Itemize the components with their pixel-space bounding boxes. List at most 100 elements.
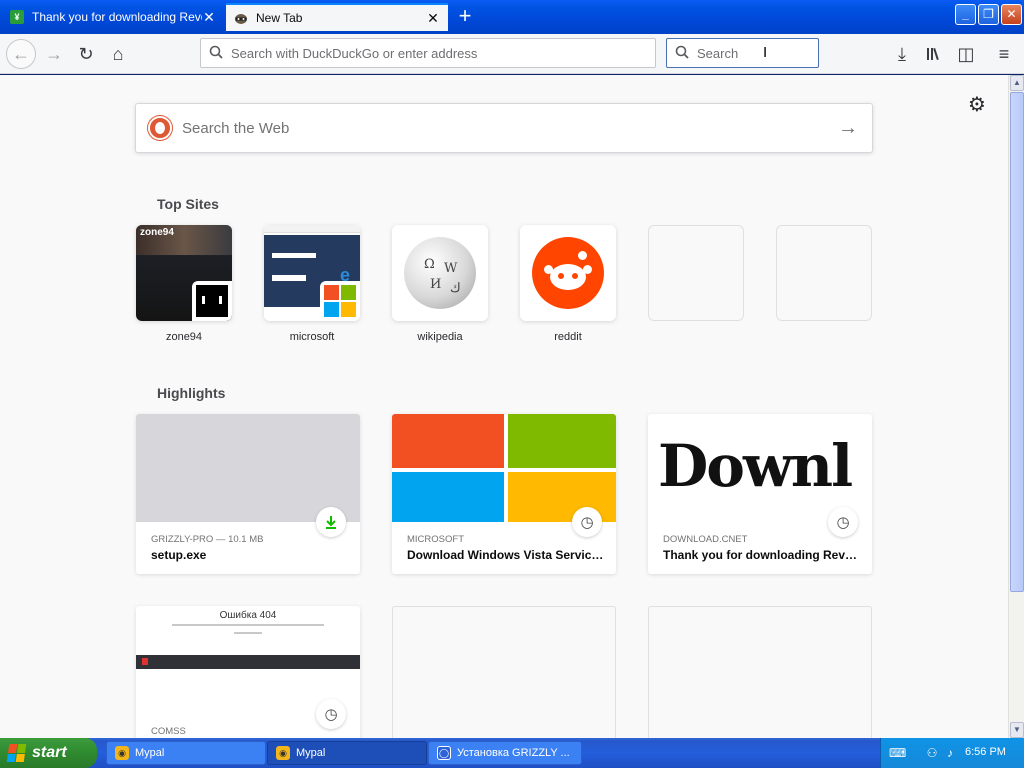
microsoft-logo-icon bbox=[392, 414, 616, 522]
clock: 6:56 PM bbox=[965, 746, 1006, 758]
card-thumbnail bbox=[392, 414, 616, 522]
clock-icon: ◷ bbox=[316, 699, 346, 729]
card-title: Download Windows Vista Service Pack bbox=[407, 548, 607, 562]
web-search-box[interactable]: Search the Web → bbox=[135, 103, 873, 153]
taskbar-item-label: Mypal bbox=[135, 747, 165, 759]
sidebar-button[interactable]: ◫ bbox=[952, 40, 980, 68]
card-source: COMSS bbox=[151, 726, 186, 737]
top-site-microsoft[interactable]: e microsoft bbox=[264, 225, 360, 343]
close-tab-icon[interactable]: ✕ bbox=[202, 10, 216, 24]
top-site-wikipedia[interactable]: Ω W И ك wikipedia bbox=[392, 225, 488, 343]
site-label: wikipedia bbox=[417, 331, 463, 343]
library-button[interactable] bbox=[920, 40, 948, 68]
start-button[interactable]: start bbox=[0, 738, 97, 768]
installer-icon: ◯ bbox=[437, 746, 451, 760]
thumbnail-text: Downl bbox=[658, 432, 853, 500]
highlight-card[interactable]: Ошибка 404 ◷ COMSS bbox=[136, 606, 360, 738]
new-tab-page: ⚙ Search the Web → Top Sites zone94 zone… bbox=[0, 75, 1008, 738]
site-label: zone94 bbox=[165, 331, 203, 343]
clock-icon: ◷ bbox=[572, 507, 602, 537]
highlight-card[interactable]: ◷ MICROSOFT Download Windows Vista Servi… bbox=[392, 414, 616, 574]
card-thumbnail: Downl bbox=[648, 414, 872, 522]
scrollbar-thumb[interactable] bbox=[1010, 92, 1024, 592]
screenshot-title: zone94 bbox=[140, 227, 174, 238]
card-source: MICROSOFT bbox=[407, 534, 464, 545]
start-label: start bbox=[32, 744, 67, 761]
back-button[interactable]: ← bbox=[6, 39, 36, 69]
site-tile[interactable] bbox=[520, 225, 616, 321]
taskbar-item-mypal-active[interactable]: ◉ Mypal bbox=[267, 741, 427, 765]
site-tile[interactable]: Ω W И ك bbox=[392, 225, 488, 321]
arrow-right-icon[interactable]: → bbox=[838, 117, 858, 140]
search-icon bbox=[209, 45, 223, 62]
minimize-button[interactable]: _ bbox=[955, 4, 976, 25]
site-label: microsoft bbox=[289, 331, 335, 343]
download-icon bbox=[316, 507, 346, 537]
address-bar[interactable]: Search with DuckDuckGo or enter address bbox=[200, 38, 656, 68]
tab-revo-download[interactable]: ¥ Thank you for downloading Revo Uninsta… bbox=[2, 3, 224, 31]
site-tile[interactable]: e bbox=[264, 225, 360, 321]
raccoon-icon bbox=[234, 11, 248, 25]
clock-icon: ◷ bbox=[828, 507, 858, 537]
empty-highlight-card bbox=[648, 606, 872, 738]
taskbar-item-grizzly-setup[interactable]: ◯ Установка GRIZZLY ... bbox=[428, 741, 582, 765]
volume-icon[interactable]: ♪ bbox=[943, 746, 957, 760]
top-site-empty[interactable] bbox=[648, 225, 744, 331]
wikipedia-globe-icon: Ω W И ك bbox=[404, 237, 476, 309]
empty-highlight-card bbox=[392, 606, 616, 738]
gear-icon[interactable]: ⚙ bbox=[966, 94, 988, 116]
taskbar-item-mypal[interactable]: ◉ Mypal bbox=[106, 741, 266, 765]
tab-title: New Tab bbox=[256, 11, 303, 25]
top-site-empty[interactable] bbox=[776, 225, 872, 331]
title-bar: ¥ Thank you for downloading Revo Uninsta… bbox=[0, 0, 1024, 34]
card-source: DOWNLOAD.CNET bbox=[663, 534, 748, 545]
duckduckgo-icon bbox=[148, 116, 172, 140]
site-label: reddit bbox=[554, 331, 582, 343]
downloads-button[interactable]: ⤓ bbox=[888, 40, 916, 68]
scroll-down-arrow-icon[interactable]: ▼ bbox=[1010, 722, 1024, 738]
taskbar-item-label: Установка GRIZZLY ... bbox=[457, 747, 570, 759]
system-tray: ⌨ ⚇ ♪ 6:56 PM bbox=[880, 738, 1024, 768]
thumbnail-heading: Ошибка 404 bbox=[219, 610, 277, 621]
taskbar: start ◉ Mypal ◉ Mypal ◯ Установка GRIZZL… bbox=[0, 738, 1024, 768]
microsoft-logo-icon bbox=[320, 281, 360, 321]
card-title: Thank you for downloading Revo Uninstall… bbox=[663, 548, 863, 562]
tab-title: Thank you for downloading Revo Uninstall… bbox=[32, 10, 202, 24]
nav-toolbar: ← → ↻ ⌂ Search with DuckDuckGo or enter … bbox=[0, 34, 1024, 74]
raccoon-icon: ◉ bbox=[276, 746, 290, 760]
zone94-icon bbox=[192, 281, 232, 321]
highlight-card[interactable]: Downl ◷ DOWNLOAD.CNET Thank you for down… bbox=[648, 414, 872, 574]
highlights-heading[interactable]: Highlights bbox=[157, 385, 225, 401]
reddit-icon bbox=[532, 237, 604, 309]
scroll-up-arrow-icon[interactable]: ▲ bbox=[1010, 75, 1024, 91]
site-tile[interactable]: zone94 bbox=[136, 225, 232, 321]
vertical-scrollbar[interactable]: ▲ ▼ bbox=[1008, 75, 1024, 738]
windows-logo-icon bbox=[6, 744, 28, 762]
search-bar[interactable]: Search I bbox=[666, 38, 819, 68]
highlight-card[interactable]: GRIZZLY-PRO — 10.1 MB setup.exe bbox=[136, 414, 360, 574]
web-search-placeholder: Search the Web bbox=[182, 119, 290, 137]
card-source: GRIZZLY-PRO — 10.1 MB bbox=[151, 534, 264, 545]
home-button[interactable]: ⌂ bbox=[104, 40, 132, 68]
card-thumbnail bbox=[136, 414, 360, 522]
reload-button[interactable]: ↻ bbox=[72, 40, 100, 68]
card-thumbnail: Ошибка 404 bbox=[136, 606, 360, 714]
top-sites-heading[interactable]: Top Sites bbox=[157, 196, 219, 212]
close-tab-icon[interactable]: ✕ bbox=[426, 11, 440, 25]
taskbar-item-label: Mypal bbox=[296, 747, 326, 759]
empty-site-tile[interactable] bbox=[648, 225, 744, 321]
new-tab-button[interactable]: + bbox=[452, 5, 478, 29]
empty-site-tile[interactable] bbox=[776, 225, 872, 321]
close-window-button[interactable]: ✕ bbox=[1001, 4, 1022, 25]
top-site-zone94[interactable]: zone94 zone94 bbox=[136, 225, 232, 343]
maximize-button[interactable]: ❐ bbox=[978, 4, 999, 25]
mypal-icon: ◉ bbox=[115, 746, 129, 760]
network-icon[interactable]: ⚇ bbox=[925, 746, 939, 760]
top-site-reddit[interactable]: reddit bbox=[520, 225, 616, 343]
cnet-icon: ¥ bbox=[10, 10, 24, 24]
menu-button[interactable]: ≡ bbox=[990, 40, 1018, 68]
search-icon bbox=[675, 45, 689, 62]
forward-button[interactable]: → bbox=[40, 40, 68, 68]
tab-new-tab[interactable]: New Tab ✕ bbox=[226, 3, 448, 31]
keyboard-icon[interactable]: ⌨ bbox=[889, 746, 906, 760]
